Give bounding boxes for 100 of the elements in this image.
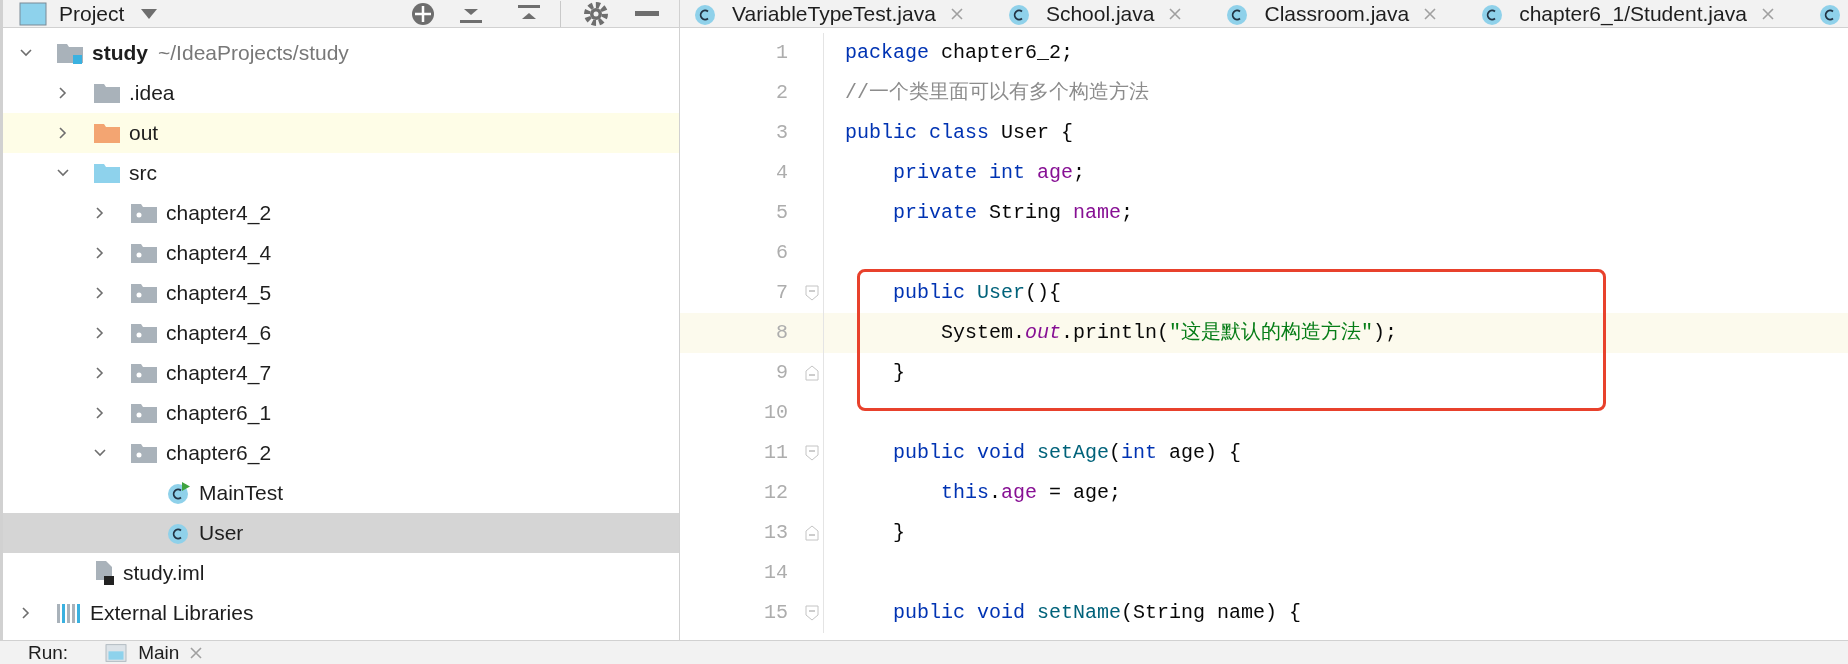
tree-item-label: chapter4_5: [166, 280, 272, 307]
fold-marker-icon[interactable]: [804, 605, 819, 621]
code-line: System.out.println("这是默认的构造方法");: [941, 320, 1398, 346]
tree-item-label: chapter6_2: [166, 440, 272, 467]
project-path: ~/IdeaProjects/study: [158, 40, 349, 67]
run-label: Run:: [28, 642, 69, 664]
close-icon[interactable]: [1423, 7, 1438, 21]
folder-icon: [93, 82, 121, 104]
line-number: 1: [776, 40, 788, 66]
tree-item[interactable]: chapter6_1: [3, 393, 679, 433]
tree-item-label: chapter4_7: [166, 360, 272, 387]
tree-item-label: User: [199, 520, 244, 547]
tree-item-label: MainTest: [199, 480, 284, 507]
tab-title: School.java: [1045, 1, 1155, 27]
editor-tab[interactable]: VariableTypeTest.java: [694, 0, 964, 27]
line-number: 15: [764, 600, 788, 626]
fold-marker-icon[interactable]: [804, 525, 819, 541]
line-number: 13: [764, 520, 788, 546]
code-line: public void setAge(int age) {: [893, 440, 1242, 466]
code-line: public User(){: [893, 280, 1062, 306]
tree-item[interactable]: User: [3, 513, 679, 553]
tree-item-label: chapter4_4: [166, 240, 272, 267]
package-icon: [130, 402, 158, 424]
editor-tab[interactable]: chapter6_1/Student.java: [1481, 0, 1775, 27]
line-number: 8: [776, 320, 788, 346]
fold-marker-icon[interactable]: [804, 365, 819, 381]
minimize-icon[interactable]: [635, 11, 659, 17]
library-icon: [56, 602, 82, 624]
tree-item[interactable]: src: [3, 153, 679, 193]
package-icon: [130, 282, 158, 304]
line-number: 6: [776, 240, 788, 266]
tree-item-label: chapter4_2: [166, 200, 272, 227]
dropdown-caret-icon[interactable]: [140, 8, 159, 20]
run-tab[interactable]: Main: [104, 642, 204, 664]
code-line: private String name;: [893, 200, 1134, 226]
tree-item-label: External Libraries: [90, 600, 254, 627]
tree-item[interactable]: chapter4_2: [3, 193, 679, 233]
editor-tab[interactable]: School.java: [1007, 0, 1183, 27]
close-icon[interactable]: [189, 646, 204, 660]
runnable-class-icon: [167, 481, 191, 505]
fold-marker-icon[interactable]: [804, 285, 819, 301]
tree-item[interactable]: study ~/IdeaProjects/study: [3, 33, 679, 73]
tab-title: Classroom.java: [1264, 1, 1410, 27]
tab-title: VariableTypeTest.java: [732, 1, 936, 27]
tree-item[interactable]: chapter6_2: [3, 433, 679, 473]
folder-icon: [93, 122, 121, 144]
tree-item[interactable]: MainTest: [3, 473, 679, 513]
tree-item-label: chapter6_1: [166, 400, 272, 427]
class-icon: [167, 521, 191, 545]
class-icon: [694, 2, 718, 26]
tree-item-label: out: [129, 120, 159, 147]
line-number: 5: [776, 200, 788, 226]
folder-icon: [93, 162, 121, 184]
tree-item[interactable]: .idea: [3, 73, 679, 113]
line-number: 11: [764, 440, 788, 466]
tree-item[interactable]: chapter4_6: [3, 313, 679, 353]
line-number: 9: [776, 360, 788, 386]
code-line: this.age = age;: [941, 480, 1122, 506]
line-number: 3: [776, 120, 788, 146]
close-icon[interactable]: [949, 7, 964, 21]
tree-item-label: .idea: [129, 80, 175, 107]
tree-item[interactable]: chapter4_5: [3, 273, 679, 313]
package-icon: [130, 362, 158, 384]
editor-tab[interactable]: Classroom.java: [1226, 0, 1438, 27]
code-line: package chapter6_2;: [845, 40, 1074, 66]
line-number: 4: [776, 160, 788, 186]
package-icon: [130, 242, 158, 264]
tree-item[interactable]: chapter4_7: [3, 353, 679, 393]
tree-item[interactable]: External Libraries: [3, 593, 679, 633]
tree-item[interactable]: out: [3, 113, 679, 153]
line-number: 12: [764, 480, 788, 506]
locate-icon[interactable]: [410, 1, 436, 27]
code-line: }: [893, 360, 905, 386]
tree-item-label: study.iml: [123, 560, 205, 587]
settings-icon[interactable]: [583, 1, 609, 27]
project-icon: [19, 2, 47, 26]
close-icon[interactable]: [1168, 7, 1183, 21]
code-line: private int age;: [893, 160, 1086, 186]
tree-item-label: chapter4_6: [166, 320, 272, 347]
package-icon: [130, 322, 158, 344]
panel-title[interactable]: Project: [59, 0, 125, 27]
file-icon: [93, 560, 115, 586]
console-icon: [104, 643, 129, 663]
tree-item[interactable]: study.iml: [3, 553, 679, 593]
package-icon: [130, 202, 158, 224]
fold-marker-icon[interactable]: [804, 445, 819, 461]
tree-item-label: study: [92, 40, 148, 67]
line-number: 14: [764, 560, 788, 586]
close-icon[interactable]: [1760, 7, 1775, 21]
line-number: 10: [764, 400, 788, 426]
tab-title: chapter6_1/Student.java: [1519, 1, 1747, 27]
line-number: 2: [776, 80, 788, 106]
class-icon: [1818, 2, 1843, 26]
project-folder-icon: [56, 42, 84, 64]
code-line: }: [893, 520, 905, 546]
code-line: public class User {: [845, 120, 1074, 146]
code-line: //一个类里面可以有多个构造方法: [845, 80, 1149, 106]
package-icon: [130, 442, 158, 464]
tree-item[interactable]: chapter4_4: [3, 233, 679, 273]
class-icon: [1007, 2, 1032, 26]
